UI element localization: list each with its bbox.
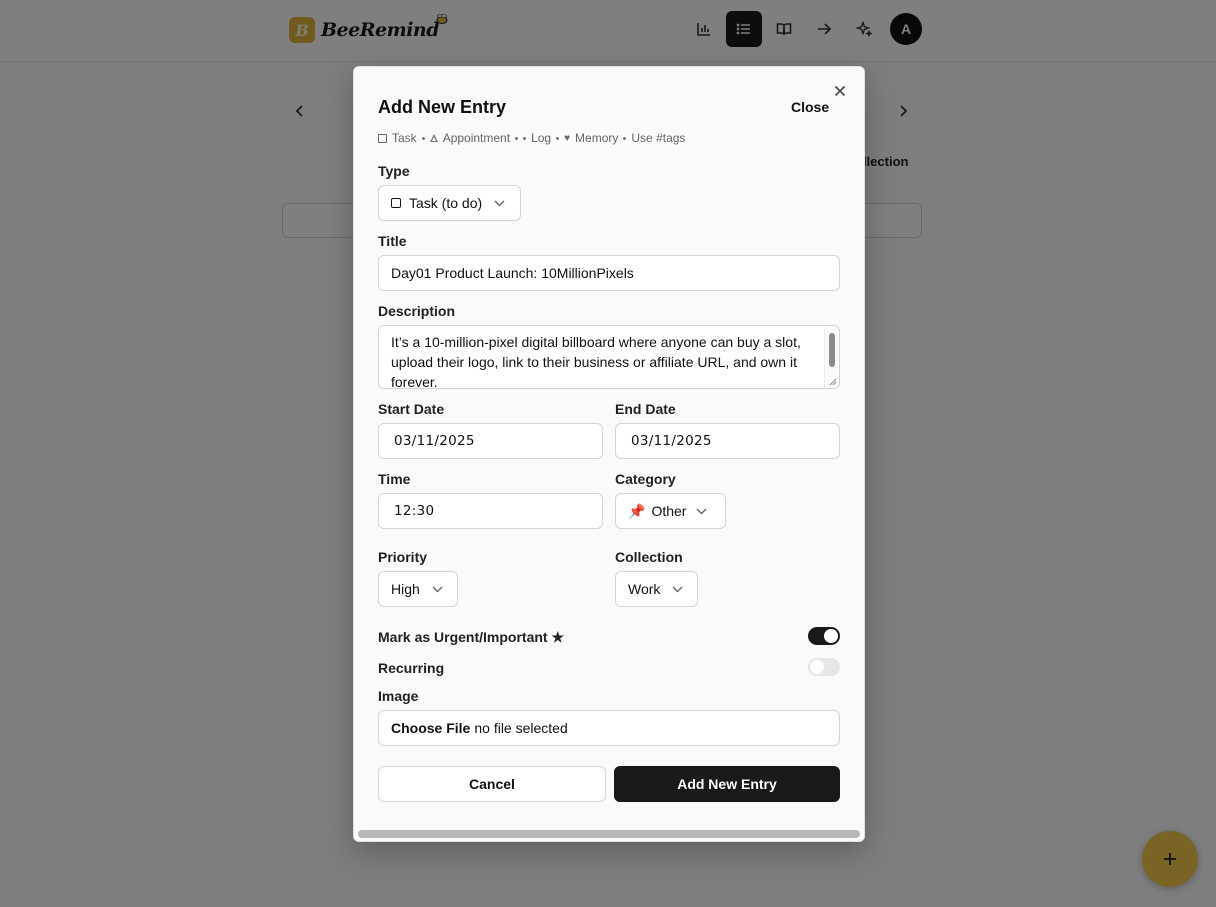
end-date-input[interactable]: 03/11/2025: [615, 423, 840, 459]
scrollbar-thumb[interactable]: [829, 333, 835, 367]
close-icon[interactable]: [832, 83, 848, 99]
category-select[interactable]: 📌 Other: [615, 493, 726, 529]
start-date-label: Start Date: [378, 401, 445, 417]
file-status: no file selected: [474, 720, 568, 736]
chevron-down-icon: [696, 508, 707, 514]
urgent-toggle[interactable]: [808, 627, 840, 645]
resize-grip-icon: [829, 378, 837, 386]
legend-task: Task: [392, 131, 417, 145]
dialog-title: Add New Entry: [378, 97, 507, 117]
legend-log: Log: [531, 131, 552, 145]
log-dot-icon: [523, 136, 527, 140]
chevron-down-icon: [672, 586, 683, 592]
separator-dot-icon: [556, 136, 560, 140]
urgent-label-text: Mark as Urgent/Important: [378, 629, 548, 645]
chevron-down-icon: [494, 200, 505, 206]
recurring-label: Recurring: [378, 660, 445, 676]
start-date-input[interactable]: 03/11/2025: [378, 423, 603, 459]
toggle-knob: [810, 660, 824, 674]
description-textarea[interactable]: It’s a 10-million-pixel digital billboar…: [378, 325, 840, 389]
priority-select[interactable]: High: [378, 571, 458, 607]
memory-heart-icon: ♥: [564, 132, 571, 144]
cancel-button[interactable]: Cancel: [378, 766, 606, 802]
task-square-icon: [378, 133, 387, 143]
legend-tags: Use #tags: [631, 131, 686, 145]
collection-label: Collection: [615, 549, 683, 565]
star-icon: ★: [551, 629, 565, 645]
separator-dot-icon: [515, 136, 519, 140]
appointment-triangle-icon: [429, 134, 438, 142]
type-select[interactable]: Task (to do): [378, 185, 521, 221]
end-date-label: End Date: [615, 401, 676, 417]
entry-type-legend: Task Appointment Log ♥ Memory Use #tags: [378, 131, 685, 145]
dialog-horizontal-scrollbar[interactable]: [358, 830, 860, 838]
urgent-label: Mark as Urgent/Important ★: [378, 629, 564, 646]
title-input[interactable]: Day01 Product Launch: 10MillionPixels: [378, 255, 840, 291]
description-text: It’s a 10-million-pixel digital billboar…: [391, 334, 801, 389]
separator-dot-icon: [421, 136, 425, 140]
image-label: Image: [378, 688, 419, 704]
category-label: Category: [615, 471, 676, 487]
time-label: Time: [378, 471, 411, 487]
priority-value: High: [391, 581, 420, 597]
legend-memory: Memory: [575, 131, 619, 145]
recurring-toggle[interactable]: [808, 658, 840, 676]
collection-value: Work: [628, 581, 661, 597]
legend-appointment: Appointment: [442, 131, 511, 145]
choose-file-button[interactable]: Choose File: [391, 720, 470, 736]
add-entry-dialog: Add New Entry Close Task Appointment Log…: [353, 66, 865, 842]
type-value: Task (to do): [409, 195, 483, 211]
image-file-input[interactable]: Choose File no file selected: [378, 710, 840, 746]
close-button[interactable]: Close: [791, 99, 829, 115]
priority-label: Priority: [378, 549, 428, 565]
chevron-down-icon: [432, 586, 443, 592]
time-input[interactable]: 12:30: [378, 493, 603, 529]
pushpin-icon: 📌: [628, 502, 646, 519]
separator-dot-icon: [623, 136, 627, 140]
description-label: Description: [378, 303, 456, 319]
collection-select[interactable]: Work: [615, 571, 698, 607]
title-label: Title: [378, 233, 407, 249]
type-label: Type: [378, 163, 410, 179]
category-value: Other: [651, 503, 687, 519]
task-square-icon: [391, 198, 401, 208]
add-new-entry-button[interactable]: Add New Entry: [614, 766, 840, 802]
toggle-knob: [824, 629, 838, 643]
